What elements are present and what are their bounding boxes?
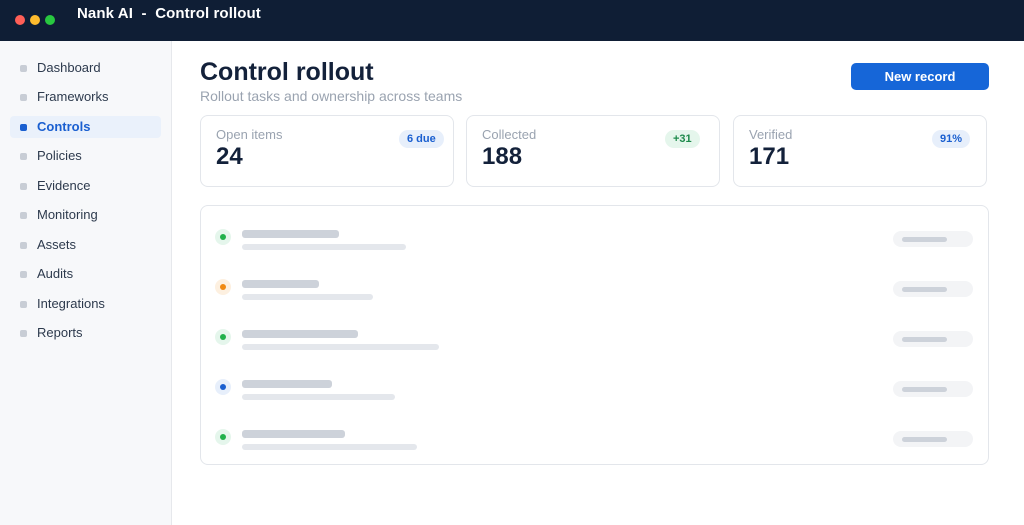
pill-placeholder-bar: [902, 337, 947, 342]
nav-bullet-icon: [20, 212, 27, 219]
pill-placeholder-bar: [902, 437, 947, 442]
stat-card-collected: Collected 188 +31: [466, 115, 720, 187]
status-dot-icon: [220, 284, 226, 290]
nav-bullet-icon: [20, 271, 27, 278]
status-pill-placeholder: [893, 381, 973, 397]
stat-label: Collected: [482, 127, 537, 142]
nav-bullet-icon: [20, 183, 27, 190]
status-dot-icon: [220, 434, 226, 440]
sidebar-item-label: Frameworks: [37, 89, 109, 104]
sidebar-item-label: Dashboard: [37, 60, 101, 75]
status-pill-placeholder: [893, 331, 973, 347]
sidebar-item-assets[interactable]: Assets: [10, 234, 161, 256]
sidebar-item-label: Audits: [37, 266, 74, 281]
new-record-button[interactable]: New record: [851, 63, 989, 90]
status-badge: 6 due: [399, 130, 444, 148]
sidebar: Dashboard Frameworks Controls Policies E…: [0, 41, 172, 525]
status-dot-icon: [220, 384, 226, 390]
nav-bullet-icon: [20, 124, 27, 131]
pill-placeholder-bar: [902, 237, 947, 242]
minimize-window-icon[interactable]: [30, 15, 40, 25]
list-item[interactable]: [201, 329, 988, 379]
list-item[interactable]: [201, 279, 988, 329]
status-dot-icon: [220, 234, 226, 240]
stat-label: Verified: [749, 127, 793, 142]
subtitle-placeholder: [242, 294, 373, 300]
nav-bullet-icon: [20, 94, 27, 101]
nav-bullet-icon: [20, 330, 27, 337]
title-placeholder: [242, 430, 345, 438]
status-pill-placeholder: [893, 281, 973, 297]
title-placeholder: [242, 330, 358, 338]
status-badge: +31: [665, 130, 700, 148]
subtitle-placeholder: [242, 244, 406, 250]
sidebar-item-label: Policies: [37, 148, 82, 163]
sidebar-item-integrations[interactable]: Integrations: [10, 293, 161, 315]
stat-value: 171: [749, 143, 790, 170]
subtitle-placeholder: [242, 344, 439, 350]
status-pill-placeholder: [893, 231, 973, 247]
sidebar-item-label: Assets: [37, 237, 77, 252]
status-indicator: [215, 279, 231, 295]
status-indicator: [215, 379, 231, 395]
maximize-window-icon[interactable]: [45, 15, 55, 25]
sidebar-item-reports[interactable]: Reports: [10, 322, 161, 344]
close-window-icon[interactable]: [15, 15, 25, 25]
sidebar-item-audits[interactable]: Audits: [10, 263, 161, 285]
status-indicator: [215, 429, 231, 445]
stat-value: 24: [216, 143, 243, 170]
pill-placeholder-bar: [902, 387, 947, 392]
stat-card-verified: Verified 171 91%: [733, 115, 987, 187]
nav-bullet-icon: [20, 65, 27, 72]
list-item[interactable]: [201, 229, 988, 279]
record-list: [200, 205, 989, 465]
sidebar-item-label: Controls: [37, 119, 91, 134]
title-placeholder: [242, 280, 319, 288]
sidebar-item-dashboard[interactable]: Dashboard: [10, 57, 161, 79]
status-dot-icon: [220, 334, 226, 340]
sidebar-item-monitoring[interactable]: Monitoring: [10, 204, 161, 226]
sidebar-item-policies[interactable]: Policies: [10, 145, 161, 167]
status-badge: 91%: [932, 130, 971, 148]
stat-value: 188: [482, 143, 523, 170]
app-name: Nank AI: [77, 5, 133, 22]
pill-placeholder-bar: [902, 287, 947, 292]
window-title: Nank AI - Control rollout: [77, 5, 261, 22]
status-pill-placeholder: [893, 431, 973, 447]
sidebar-item-label: Integrations: [37, 296, 105, 311]
nav-bullet-icon: [20, 301, 27, 308]
title-placeholder: [242, 380, 332, 388]
nav-bullet-icon: [20, 153, 27, 160]
sidebar-item-label: Reports: [37, 325, 83, 340]
status-indicator: [215, 329, 231, 345]
title-bar: Nank AI - Control rollout: [0, 0, 1024, 41]
sidebar-item-frameworks[interactable]: Frameworks: [10, 86, 161, 108]
sidebar-item-label: Monitoring: [37, 207, 98, 222]
list-item[interactable]: [201, 429, 988, 479]
title-separator: -: [141, 5, 147, 22]
page-title: Control rollout: [200, 58, 374, 86]
sidebar-item-evidence[interactable]: Evidence: [10, 175, 161, 197]
title-placeholder: [242, 230, 339, 238]
page-subtitle: Rollout tasks and ownership across teams: [200, 88, 463, 104]
window-page-name: Control rollout: [155, 5, 261, 22]
stat-card-open-items: Open items 24 6 due: [200, 115, 454, 187]
sidebar-item-label: Evidence: [37, 178, 91, 193]
subtitle-placeholder: [242, 444, 417, 450]
status-indicator: [215, 229, 231, 245]
subtitle-placeholder: [242, 394, 395, 400]
stat-label: Open items: [216, 127, 283, 142]
nav-bullet-icon: [20, 242, 27, 249]
sidebar-item-controls[interactable]: Controls: [10, 116, 161, 138]
list-item[interactable]: [201, 379, 988, 429]
